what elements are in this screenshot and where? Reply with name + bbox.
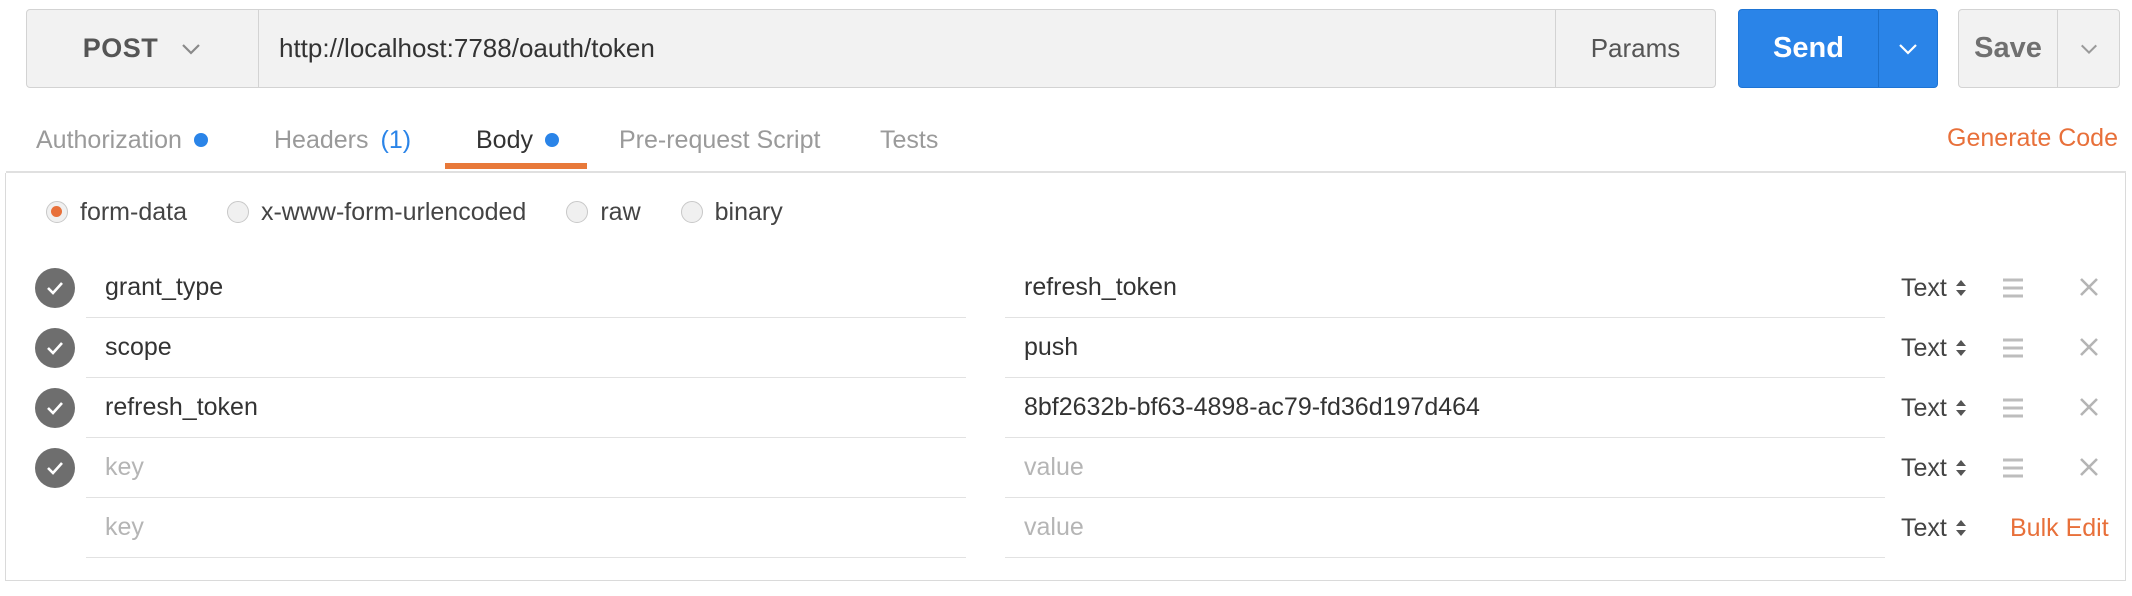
key-input[interactable]: grant_type bbox=[86, 258, 966, 318]
modified-dot-icon bbox=[193, 133, 208, 147]
value-input[interactable]: push bbox=[1005, 318, 1885, 378]
tab-pre-request-script[interactable]: Pre-request Script bbox=[619, 107, 820, 173]
request-tabs: Authorization Headers (1) Body Pre-reque… bbox=[0, 107, 2132, 173]
up-down-arrows-icon bbox=[1955, 280, 1966, 296]
close-icon[interactable] bbox=[2077, 275, 2101, 299]
chevron-down-icon bbox=[182, 43, 201, 55]
type-label: Text bbox=[1901, 393, 1947, 422]
active-tab-indicator bbox=[445, 163, 587, 169]
radio-label: x-www-form-urlencoded bbox=[260, 197, 527, 226]
radio-raw[interactable]: raw bbox=[566, 197, 641, 227]
close-icon[interactable] bbox=[2077, 335, 2101, 359]
checkmark-icon[interactable] bbox=[35, 328, 75, 368]
headers-count: (1) bbox=[380, 125, 412, 154]
radio-x-www-form-urlencoded[interactable]: x-www-form-urlencoded bbox=[226, 197, 527, 227]
body-mode-selector: form-data x-www-form-urlencoded raw bina… bbox=[46, 195, 823, 229]
radio-label: binary bbox=[714, 197, 783, 226]
modified-dot-icon bbox=[544, 133, 559, 147]
generate-code-link[interactable]: Generate Code bbox=[1947, 124, 2118, 153]
radio-binary[interactable]: binary bbox=[680, 197, 783, 227]
params-button[interactable]: Params bbox=[1555, 10, 1715, 87]
type-select[interactable]: Text bbox=[1901, 258, 1967, 318]
type-label: Text bbox=[1901, 513, 1947, 542]
bulk-edit-link[interactable]: Bulk Edit bbox=[2010, 498, 2109, 558]
radio-unselected-icon bbox=[566, 201, 589, 223]
type-label: Text bbox=[1901, 453, 1947, 482]
type-select[interactable]: Text bbox=[1901, 318, 1967, 378]
url-input[interactable]: http://localhost:7788/oauth/token bbox=[259, 10, 1555, 87]
type-select[interactable]: Text bbox=[1901, 438, 1967, 498]
value-input[interactable]: value bbox=[1005, 438, 1885, 498]
value-input[interactable]: value bbox=[1005, 498, 1885, 558]
key-input[interactable]: scope bbox=[86, 318, 966, 378]
close-icon[interactable] bbox=[2077, 395, 2101, 419]
form-row-new: key value Text Bulk Edit bbox=[0, 498, 2132, 558]
form-row: scope push Text bbox=[0, 318, 2132, 378]
checkmark-icon[interactable] bbox=[35, 388, 75, 428]
key-input[interactable]: key bbox=[86, 498, 966, 558]
method-label: POST bbox=[82, 33, 159, 63]
key-input[interactable]: key bbox=[86, 438, 966, 498]
save-button[interactable]: Save bbox=[1959, 10, 2058, 87]
save-button-group: Save bbox=[1958, 9, 2120, 88]
radio-label: raw bbox=[600, 197, 641, 226]
radio-label: form-data bbox=[80, 197, 187, 226]
checkmark-icon[interactable] bbox=[35, 268, 75, 308]
tab-label: Body bbox=[476, 125, 533, 154]
value-input[interactable]: refresh_token bbox=[1005, 258, 1885, 318]
type-select[interactable]: Text bbox=[1901, 378, 1967, 438]
send-button-group: Send bbox=[1738, 9, 1938, 88]
url-bar: POST http://localhost:7788/oauth/token P… bbox=[26, 9, 1716, 88]
send-options-dropdown[interactable] bbox=[1879, 10, 1937, 87]
up-down-arrows-icon bbox=[1955, 460, 1966, 476]
send-button[interactable]: Send bbox=[1739, 10, 1879, 87]
up-down-arrows-icon bbox=[1955, 340, 1966, 356]
tab-label: Authorization bbox=[36, 125, 182, 154]
radio-form-data[interactable]: form-data bbox=[46, 198, 187, 227]
type-label: Text bbox=[1901, 333, 1947, 362]
form-row: grant_type refresh_token Text bbox=[0, 258, 2132, 318]
tab-label: Tests bbox=[880, 125, 939, 154]
up-down-arrows-icon bbox=[1955, 400, 1966, 416]
form-row: refresh_token 8bf2632b-bf63-4898-ac79-fd… bbox=[0, 378, 2132, 438]
tab-tests[interactable]: Tests bbox=[880, 107, 938, 173]
drag-handle-icon[interactable] bbox=[1999, 335, 2027, 361]
key-input[interactable]: refresh_token bbox=[86, 378, 966, 438]
radio-unselected-icon bbox=[680, 201, 703, 223]
save-options-dropdown[interactable] bbox=[2058, 10, 2119, 87]
value-input[interactable]: 8bf2632b-bf63-4898-ac79-fd36d197d464 bbox=[1005, 378, 1885, 438]
drag-handle-icon[interactable] bbox=[1999, 395, 2027, 421]
tab-label: Pre-request Script bbox=[619, 125, 821, 154]
type-label: Text bbox=[1901, 273, 1947, 302]
drag-handle-icon[interactable] bbox=[1999, 275, 2027, 301]
up-down-arrows-icon bbox=[1955, 520, 1966, 536]
tab-authorization[interactable]: Authorization bbox=[36, 107, 208, 173]
tab-label: Headers bbox=[274, 125, 369, 154]
tab-headers[interactable]: Headers (1) bbox=[274, 107, 411, 173]
chevron-down-icon bbox=[2080, 44, 2097, 54]
checkmark-icon[interactable] bbox=[35, 448, 75, 488]
form-row: key value Text bbox=[0, 438, 2132, 498]
type-select[interactable]: Text bbox=[1901, 498, 1967, 558]
chevron-down-icon bbox=[1899, 43, 1917, 55]
method-dropdown[interactable]: POST bbox=[27, 10, 259, 87]
radio-unselected-icon bbox=[226, 201, 249, 223]
radio-selected-icon bbox=[46, 201, 68, 223]
close-icon[interactable] bbox=[2077, 455, 2101, 479]
request-bar: POST http://localhost:7788/oauth/token P… bbox=[26, 9, 2120, 88]
drag-handle-icon[interactable] bbox=[1999, 455, 2027, 481]
